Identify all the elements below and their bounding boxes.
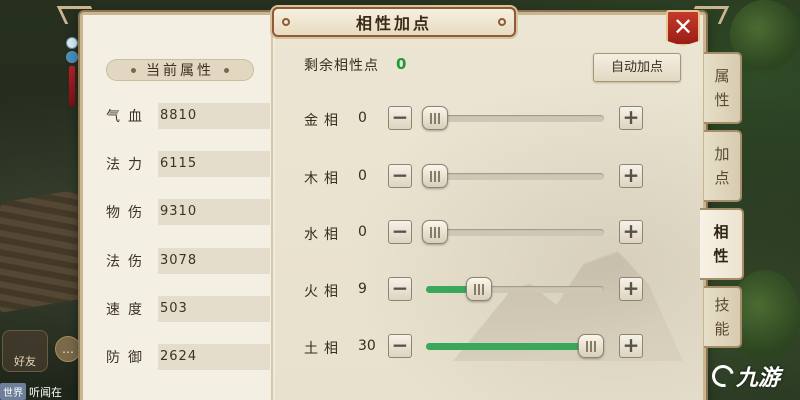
decrease-button[interactable]: − [388, 220, 412, 244]
phase-slider[interactable] [426, 277, 604, 301]
decrease-button[interactable]: − [388, 277, 412, 301]
phase-value: 0 [358, 168, 367, 184]
increase-button[interactable]: + [619, 220, 643, 244]
bullet-icon [131, 67, 136, 73]
slider-fill [426, 343, 591, 350]
chat-line[interactable]: 世界 听闻在 [0, 383, 62, 400]
boat-scenery [0, 187, 90, 313]
attribute-value: 3078 [158, 248, 270, 274]
phase-row-water: 水相 0 − + [304, 218, 644, 248]
attribute-value: 9310 [158, 199, 270, 225]
friends-button[interactable]: 好友 [2, 330, 48, 372]
phase-value: 0 [358, 224, 367, 240]
attribute-row: 法力 6115 [106, 151, 270, 177]
phase-slider[interactable] [422, 164, 604, 188]
phase-row-metal: 金相 0 − + [304, 104, 644, 134]
attribute-value: 8810 [158, 103, 270, 129]
remaining-points-label: 剩余相性点 [304, 58, 379, 74]
tab-phase[interactable]: 相 性 [700, 208, 744, 280]
decrease-button[interactable]: − [388, 106, 412, 130]
title-ornament-icon [282, 18, 290, 26]
phase-row-wood: 木相 0 − + [304, 162, 644, 192]
jade-pendant-icon [63, 35, 81, 120]
slider-handle[interactable] [466, 277, 493, 301]
increase-button[interactable]: + [619, 277, 643, 301]
dialog-title-text: 相性加点 [355, 14, 432, 33]
slider-handle[interactable] [422, 220, 448, 244]
attribute-label: 法伤 [106, 254, 150, 270]
attribute-row: 物伤 9310 [106, 199, 270, 225]
phase-label: 金相 [304, 113, 344, 129]
decrease-button[interactable]: − [388, 164, 412, 188]
slider-handle[interactable] [578, 334, 604, 358]
phase-row-fire: 火相 9 − + [304, 275, 644, 305]
attribute-row: 防御 2624 [106, 344, 270, 370]
increase-button[interactable]: + [619, 334, 643, 358]
tab-skills[interactable]: 技 能 [704, 286, 742, 348]
attribute-label: 物伤 [106, 205, 150, 221]
attribute-value: 6115 [158, 151, 270, 177]
attribute-row: 气血 8810 [106, 103, 270, 129]
phase-slider[interactable] [422, 106, 604, 130]
attribute-value: 503 [158, 296, 270, 322]
attribute-row: 速度 503 [106, 296, 270, 322]
phase-label: 水相 [304, 227, 344, 243]
chat-channel-tag: 世界 [0, 383, 26, 400]
current-attributes-header: 当前属性 [106, 59, 254, 81]
site-watermark: 九游 [707, 360, 780, 392]
phase-slider[interactable] [422, 220, 604, 244]
chat-bubble-icon[interactable]: … [55, 336, 81, 362]
bullet-icon [224, 67, 229, 73]
phase-value: 0 [358, 110, 367, 126]
remaining-points-value: 0 [396, 55, 407, 73]
phase-label: 土相 [304, 341, 344, 357]
increase-button[interactable]: + [619, 106, 643, 130]
phase-row-earth: 土相 30 − + [304, 332, 644, 362]
phase-label: 火相 [304, 284, 344, 300]
phase-value: 9 [358, 281, 367, 297]
close-icon: ✕ [672, 13, 694, 41]
watermark-logo-icon [707, 360, 739, 392]
attribute-label: 气血 [106, 109, 150, 125]
slider-handle[interactable] [422, 164, 448, 188]
chat-message: 听闻在 [29, 385, 62, 399]
title-ornament-icon [498, 18, 506, 26]
phase-value: 30 [358, 338, 376, 354]
tab-add-points[interactable]: 加 点 [704, 130, 742, 202]
decrease-button[interactable]: − [388, 334, 412, 358]
dialog-title: 相性加点 [272, 7, 516, 37]
slider-handle[interactable] [422, 106, 448, 130]
increase-button[interactable]: + [619, 164, 643, 188]
close-button[interactable]: ✕ [666, 10, 700, 46]
attribute-label: 速度 [106, 302, 150, 318]
attribute-label: 防御 [106, 350, 150, 366]
attribute-row: 法伤 3078 [106, 248, 270, 274]
auto-allocate-button[interactable]: 自动加点 [593, 53, 681, 82]
attribute-value: 2624 [158, 344, 270, 370]
phase-label: 木相 [304, 171, 344, 187]
tab-attributes[interactable]: 属 性 [704, 52, 742, 124]
attribute-label: 法力 [106, 157, 150, 173]
friends-label: 好友 [14, 355, 36, 368]
phase-slider[interactable] [426, 334, 604, 358]
